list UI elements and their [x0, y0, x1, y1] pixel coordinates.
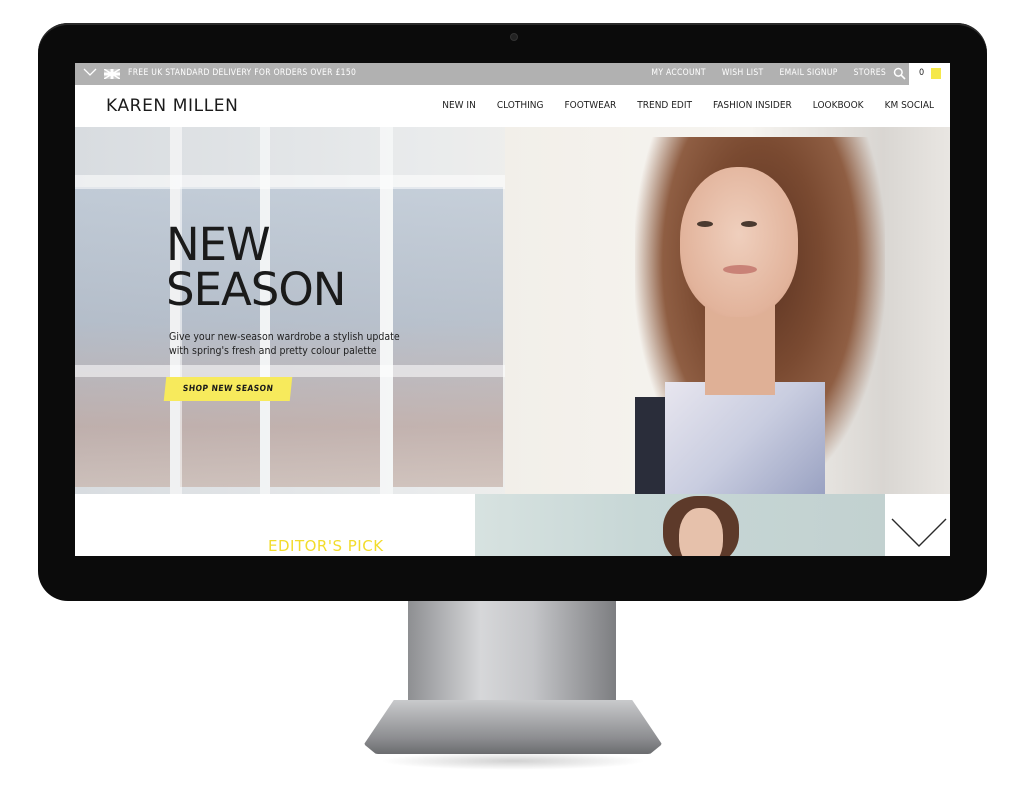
thumb-face	[679, 508, 723, 556]
nav-trend-edit[interactable]: TREND EDIT	[637, 100, 692, 111]
hero-subtitle: Give your new-season wardrobe a stylish …	[169, 330, 409, 358]
hero-subtitle-line2: with spring's fresh and pretty colour pa…	[169, 345, 377, 357]
main-nav: NEW IN CLOTHING FOOTWEAR TREND EDIT FASH…	[442, 100, 934, 111]
nav-new-in[interactable]: NEW IN	[442, 100, 476, 111]
scroll-down-button[interactable]	[885, 494, 950, 556]
my-account-link[interactable]: MY ACCOUNT	[651, 68, 705, 78]
hero-title-line1: NEW	[166, 218, 271, 271]
website-screen: FREE UK STANDARD DELIVERY FOR ORDERS OVE…	[75, 63, 950, 556]
editors-pick-image[interactable]	[475, 494, 885, 556]
model-neck	[705, 305, 775, 395]
window-pane	[75, 187, 170, 487]
shop-new-season-button[interactable]: SHOP NEW SEASON	[163, 377, 293, 401]
basket-button[interactable]: 0	[909, 63, 950, 85]
utility-bar: FREE UK STANDARD DELIVERY FOR ORDERS OVE…	[75, 63, 950, 85]
utility-links: MY ACCOUNT WISH LIST EMAIL SIGNUP STORES	[651, 68, 886, 78]
model-face	[680, 167, 798, 317]
window-pane	[393, 187, 503, 487]
model-lips	[723, 265, 757, 274]
shopping-bag-icon	[931, 68, 941, 79]
delivery-promo: FREE UK STANDARD DELIVERY FOR ORDERS OVE…	[128, 68, 357, 78]
editors-pick-heading: EDITOR'S PICK	[268, 537, 384, 555]
main-header: KAREN MILLEN NEW IN CLOTHING FOOTWEAR TR…	[75, 85, 950, 127]
uk-flag-icon[interactable]	[104, 69, 120, 79]
chevron-down-icon[interactable]	[83, 66, 97, 78]
search-icon[interactable]	[893, 67, 906, 80]
nav-fashion-insider[interactable]: FASHION INSIDER	[713, 100, 792, 111]
nav-km-social[interactable]: KM SOCIAL	[885, 100, 934, 111]
monitor-stand-neck	[408, 601, 616, 707]
nav-footwear[interactable]: FOOTWEAR	[564, 100, 616, 111]
model-eye	[741, 221, 757, 227]
model-eye	[697, 221, 713, 227]
nav-lookbook[interactable]: LOOKBOOK	[813, 100, 864, 111]
chevron-down-icon	[891, 518, 947, 547]
webcam	[510, 33, 518, 41]
stores-link[interactable]: STORES	[854, 68, 886, 78]
editors-pick-section: EDITOR'S PICK	[75, 494, 950, 556]
window-frame	[75, 175, 505, 189]
nav-clothing[interactable]: CLOTHING	[497, 100, 544, 111]
monitor-stand-base	[364, 700, 662, 754]
wish-list-link[interactable]: WISH LIST	[722, 68, 764, 78]
hero-title-line2: SEASON	[166, 263, 346, 316]
hero-title: NEW SEASON	[166, 218, 346, 316]
hero-subtitle-line1: Give your new-season wardrobe a stylish …	[169, 331, 400, 343]
email-signup-link[interactable]: EMAIL SIGNUP	[779, 68, 837, 78]
brand-logo[interactable]: KAREN MILLEN	[106, 96, 238, 116]
basket-count: 0	[919, 68, 925, 78]
stand-shadow	[380, 752, 646, 770]
hero-banner: NEW SEASON Give your new-season wardrobe…	[75, 127, 950, 494]
model-top	[665, 382, 825, 494]
window-frame	[75, 365, 505, 377]
